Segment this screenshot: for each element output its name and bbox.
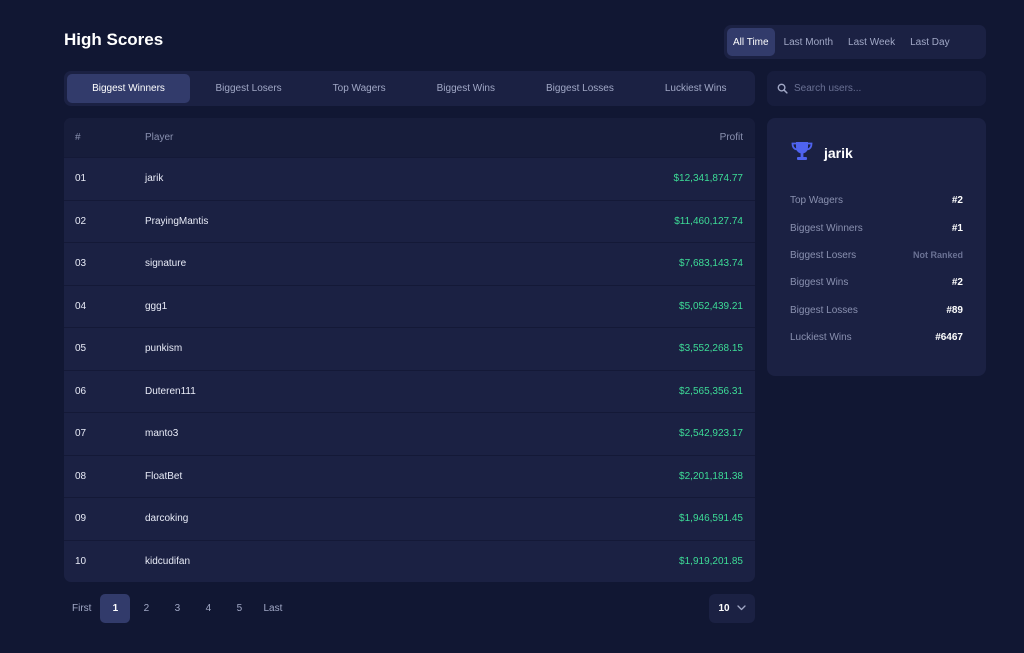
row-profit: $12,341,874.77 bbox=[673, 173, 743, 185]
row-profit: $11,460,127.74 bbox=[674, 215, 743, 227]
high-scores-page: High Scores All Time Last Month Last Wee… bbox=[0, 0, 1024, 653]
table-row[interactable]: 04 ggg1 $5,052,439.21 bbox=[64, 284, 755, 328]
row-profit: $2,565,356.31 bbox=[679, 385, 743, 397]
table-row[interactable]: 01 jarik $12,341,874.77 bbox=[64, 157, 755, 200]
pagination-first-button[interactable]: First bbox=[64, 594, 99, 623]
time-filter-last-month[interactable]: Last Month bbox=[778, 28, 839, 56]
search-box[interactable] bbox=[767, 71, 986, 106]
leaderboard-table: # Player Profit 01 jarik $12,341,874.77 … bbox=[64, 118, 755, 582]
column-header-rank: # bbox=[75, 132, 81, 143]
row-rank: 08 bbox=[75, 470, 87, 482]
search-input[interactable] bbox=[794, 83, 986, 94]
pagination-page-3[interactable]: 3 bbox=[162, 594, 192, 623]
row-rank: 06 bbox=[75, 385, 87, 397]
row-rank: 07 bbox=[75, 428, 87, 440]
tab-biggest-winners[interactable]: Biggest Winners bbox=[67, 74, 190, 103]
table-row[interactable]: 05 punkism $3,552,268.15 bbox=[64, 327, 755, 370]
column-header-profit: Profit bbox=[719, 132, 743, 143]
table-row[interactable]: 09 darcoking $1,946,591.45 bbox=[64, 497, 755, 540]
row-profit: $1,919,201.85 bbox=[679, 555, 743, 567]
stat-row-biggest-winners: Biggest Winners #1 bbox=[790, 214, 963, 241]
stat-label: Top Wagers bbox=[790, 195, 843, 207]
row-profit: $1,946,591.45 bbox=[679, 513, 743, 525]
column-header-player: Player bbox=[145, 132, 174, 143]
table-row[interactable]: 03 signature $7,683,143.74 bbox=[64, 242, 755, 285]
stat-value: #2 bbox=[951, 277, 963, 289]
stat-value: #2 bbox=[951, 195, 963, 207]
row-rank: 09 bbox=[75, 513, 87, 525]
tab-biggest-wins[interactable]: Biggest Wins bbox=[411, 74, 520, 103]
stat-value: Not Ranked bbox=[912, 250, 963, 261]
time-filter: All Time Last Month Last Week Last Day bbox=[724, 25, 986, 59]
row-profit: $3,552,268.15 bbox=[679, 343, 743, 355]
stat-value: #6467 bbox=[935, 332, 963, 344]
pagination-page-4[interactable]: 4 bbox=[193, 594, 223, 623]
pagination: First 1 2 3 4 5 Last bbox=[64, 594, 290, 623]
row-rank: 04 bbox=[75, 300, 87, 312]
row-profit: $2,201,181.38 bbox=[679, 470, 743, 482]
row-rank: 03 bbox=[75, 258, 87, 270]
per-page-select[interactable]: 10 bbox=[709, 594, 755, 623]
stat-label: Biggest Losses bbox=[790, 304, 858, 316]
row-player[interactable]: manto3 bbox=[145, 428, 555, 439]
table-row[interactable]: 02 PrayingMantis $11,460,127.74 bbox=[64, 199, 755, 243]
row-player[interactable]: FloatBet bbox=[145, 471, 555, 482]
row-player[interactable]: Duteren111 bbox=[145, 386, 555, 397]
stat-label: Luckiest Wins bbox=[790, 332, 852, 344]
stat-label: Biggest Winners bbox=[790, 222, 863, 234]
row-profit: $2,542,923.17 bbox=[679, 428, 743, 440]
per-page-value: 10 bbox=[718, 603, 730, 614]
table-row[interactable]: 07 manto3 $2,542,923.17 bbox=[64, 412, 755, 455]
tab-top-wagers[interactable]: Top Wagers bbox=[307, 74, 411, 103]
table-header: # Player Profit bbox=[64, 118, 755, 157]
row-rank: 01 bbox=[75, 173, 87, 185]
table-row[interactable]: 08 FloatBet $2,201,181.38 bbox=[64, 454, 755, 498]
stat-row-biggest-wins: Biggest Wins #2 bbox=[790, 269, 963, 296]
tab-biggest-losers[interactable]: Biggest Losers bbox=[190, 74, 307, 103]
user-card-header: jarik bbox=[790, 140, 963, 167]
row-player[interactable]: kidcudifan bbox=[145, 556, 555, 567]
row-player[interactable]: punkism bbox=[145, 343, 555, 354]
chevron-down-icon bbox=[736, 603, 746, 614]
row-player[interactable]: ggg1 bbox=[145, 301, 555, 312]
time-filter-all-time[interactable]: All Time bbox=[727, 28, 775, 56]
row-rank: 05 bbox=[75, 343, 87, 355]
row-player[interactable]: PrayingMantis bbox=[145, 216, 555, 227]
table-row[interactable]: 10 kidcudifan $1,919,201.85 bbox=[64, 539, 755, 583]
search-icon bbox=[777, 83, 789, 95]
table-row[interactable]: 06 Duteren111 $2,565,356.31 bbox=[64, 369, 755, 413]
user-stats-card: jarik Top Wagers #2 Biggest Winners #1 B… bbox=[767, 118, 986, 376]
stat-label: Biggest Wins bbox=[790, 277, 849, 289]
stat-row-top-wagers: Top Wagers #2 bbox=[790, 187, 963, 214]
row-rank: 10 bbox=[75, 555, 87, 567]
row-profit: $7,683,143.74 bbox=[679, 258, 743, 270]
time-filter-last-week[interactable]: Last Week bbox=[842, 28, 901, 56]
pagination-last-button[interactable]: Last bbox=[255, 594, 290, 623]
row-player[interactable]: jarik bbox=[145, 173, 555, 184]
user-name: jarik bbox=[824, 145, 853, 161]
stat-row-luckiest-wins: Luckiest Wins #6467 bbox=[790, 324, 963, 351]
stat-value: #1 bbox=[951, 222, 963, 234]
row-profit: $5,052,439.21 bbox=[679, 300, 743, 312]
time-filter-last-day[interactable]: Last Day bbox=[904, 28, 955, 56]
stat-label: Biggest Losers bbox=[790, 249, 857, 261]
page-title: High Scores bbox=[64, 30, 164, 49]
pagination-page-1[interactable]: 1 bbox=[100, 594, 131, 623]
stat-value: #89 bbox=[946, 304, 963, 316]
stat-row-biggest-losers: Biggest Losers Not Ranked bbox=[790, 242, 963, 269]
row-player[interactable]: darcoking bbox=[145, 513, 555, 524]
tab-biggest-losses[interactable]: Biggest Losses bbox=[521, 74, 640, 103]
category-tabs: Biggest Winners Biggest Losers Top Wager… bbox=[64, 71, 755, 106]
pagination-page-2[interactable]: 2 bbox=[131, 594, 161, 623]
row-rank: 02 bbox=[75, 215, 87, 227]
trophy-icon bbox=[790, 140, 814, 167]
row-player[interactable]: signature bbox=[145, 258, 555, 269]
tab-luckiest-wins[interactable]: Luckiest Wins bbox=[639, 74, 752, 103]
stat-row-biggest-losses: Biggest Losses #89 bbox=[790, 297, 963, 324]
pagination-page-5[interactable]: 5 bbox=[224, 594, 254, 623]
